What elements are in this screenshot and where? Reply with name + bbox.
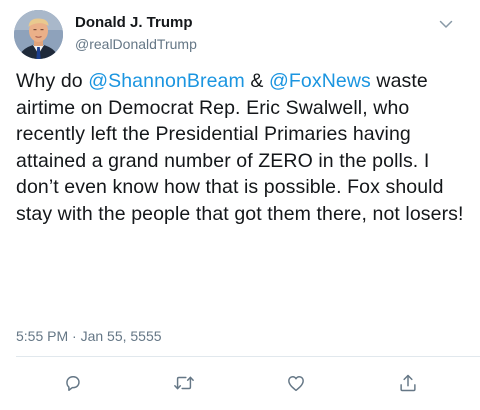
heart-icon	[288, 376, 304, 392]
avatar-image	[14, 10, 63, 59]
mention-link[interactable]: @ShannonBream	[88, 70, 245, 92]
author-name[interactable]: Donald J. Trump	[75, 14, 193, 31]
mention-link[interactable]: @FoxNews	[269, 70, 371, 92]
tweet-text: Why do @ShannonBream & @FoxNews waste ai…	[16, 68, 472, 228]
share-button[interactable]	[395, 370, 421, 396]
chevron-down-icon	[439, 20, 453, 28]
tweet-text-segment: waste airtime on Democrat Rep. Eric Swal…	[16, 70, 464, 225]
avatar[interactable]	[14, 10, 63, 59]
tweet-timestamp[interactable]: 5:55 PM · Jan 55, 5555	[16, 328, 162, 344]
share-icon	[400, 374, 416, 392]
divider	[16, 356, 480, 357]
tweet-card: Donald J. Trump @realDonaldTrump Why do …	[0, 0, 480, 410]
reply-button[interactable]	[59, 370, 85, 396]
tweet-text-segment: &	[244, 70, 269, 92]
like-button[interactable]	[283, 370, 309, 396]
reply-icon	[66, 376, 80, 391]
tweet-actions-bar	[0, 370, 480, 396]
tweet-text-segment: Why do	[16, 70, 89, 92]
retweet-button[interactable]	[171, 370, 197, 396]
more-options-button[interactable]	[436, 14, 456, 34]
retweet-icon	[174, 376, 194, 390]
author-handle[interactable]: @realDonaldTrump	[75, 36, 197, 52]
